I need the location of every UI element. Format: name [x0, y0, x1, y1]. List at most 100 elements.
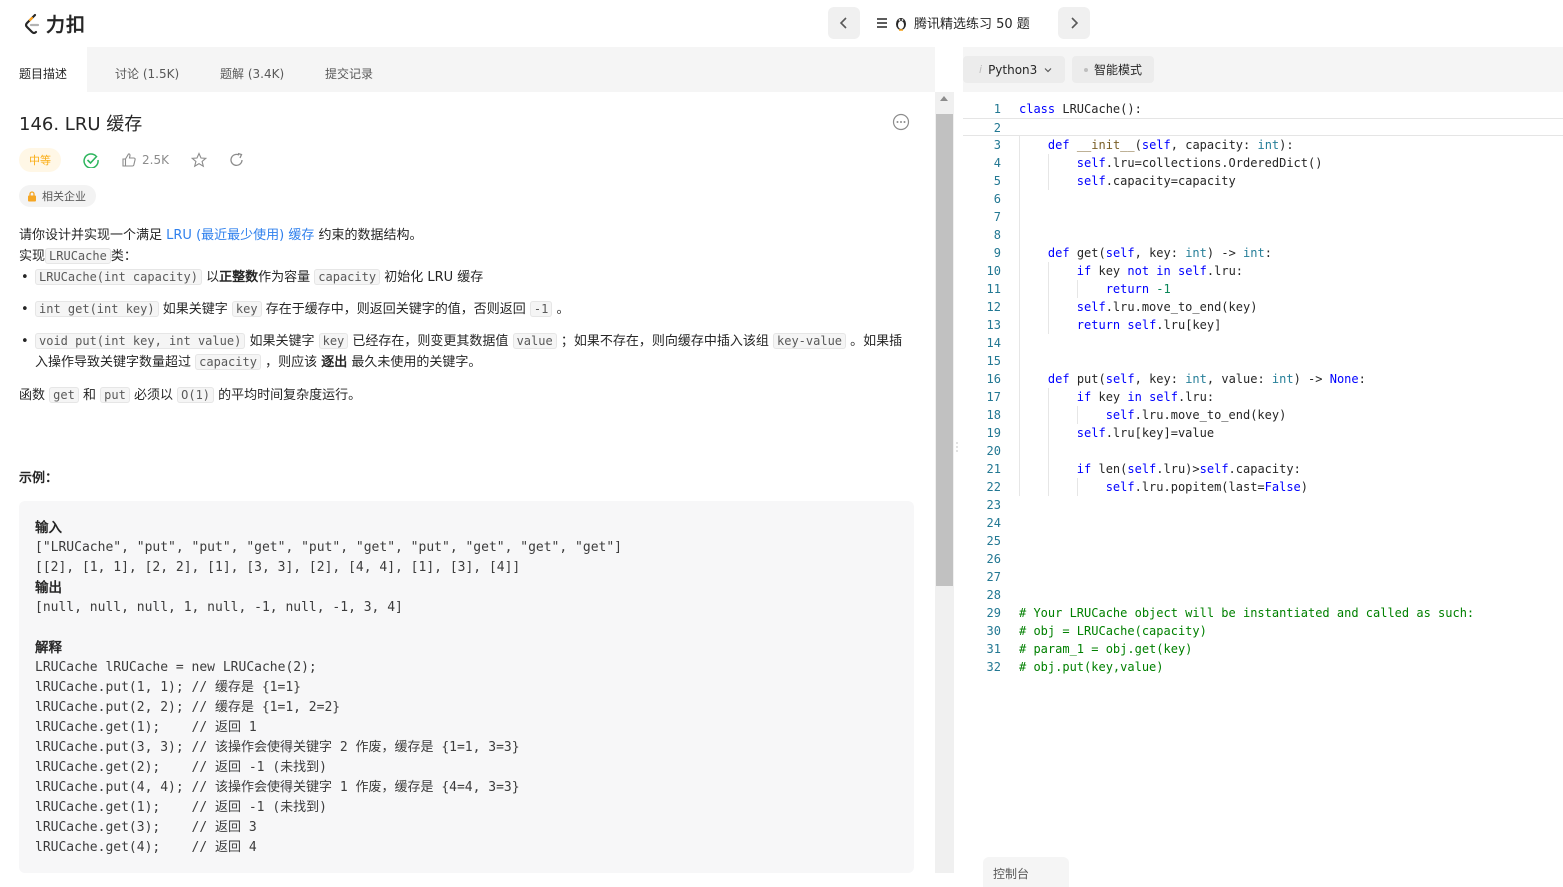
lru-link[interactable]: LRU (最近最少使用) 缓存: [166, 228, 314, 243]
code-line[interactable]: 31 # param_1 = obj.get(key): [963, 640, 1563, 658]
tab-discussion[interactable]: 讨论 (1.5K): [95, 47, 199, 92]
code-line[interactable]: 7: [963, 208, 1563, 226]
line-number: 8: [993, 228, 1001, 242]
code-text[interactable]: # obj.put(key,value): [1019, 658, 1164, 676]
code-line[interactable]: 13 return self.lru[key]: [963, 316, 1563, 334]
intro-text: 请你设计并实现一个满足: [19, 228, 163, 243]
code-line[interactable]: 2: [963, 118, 1563, 136]
code-editor[interactable]: 1 class LRUCache(): 2 3 def __init__(self, …: [963, 100, 1563, 840]
chevron-right-icon: [1071, 17, 1079, 29]
line-number: 20: [986, 444, 1001, 458]
code-line[interactable]: 21 if len(self.lru)>self.capacity:: [963, 460, 1563, 478]
code-text[interactable]: def put(self, key: int, value: int) -> N…: [1019, 370, 1366, 388]
code-line[interactable]: 8: [963, 226, 1563, 244]
code-text[interactable]: self.capacity=capacity: [1019, 172, 1236, 190]
top-navbar: 力扣 腾讯精选练习 50 题: [0, 0, 1563, 47]
code-text[interactable]: return -1: [1019, 280, 1171, 298]
code-text[interactable]: class LRUCache():: [1019, 100, 1142, 118]
prev-question-button[interactable]: [828, 7, 860, 39]
scroll-up-arrow-icon[interactable]: [940, 96, 948, 101]
code-line[interactable]: 14: [963, 334, 1563, 352]
code-line[interactable]: 6: [963, 190, 1563, 208]
code-line[interactable]: 20: [963, 442, 1563, 460]
related-companies-tag[interactable]: 相关企业: [19, 185, 96, 207]
problem-scrollbar[interactable]: [935, 92, 954, 873]
tab-solutions[interactable]: 题解 (3.4K): [200, 47, 304, 92]
mode-label: 智能模式: [1094, 63, 1143, 77]
code-line[interactable]: 9 def get(self, key: int) -> int:: [963, 244, 1563, 262]
code-line[interactable]: 12 self.lru.move_to_end(key): [963, 298, 1563, 316]
code-line[interactable]: 25: [963, 532, 1563, 550]
code-line[interactable]: 32 # obj.put(key,value): [963, 658, 1563, 676]
code-line[interactable]: 29 # Your LRUCache object will be instant…: [963, 604, 1563, 622]
editor-panel: i Python3 智能模式 1 class LRUCache(): 2 3 def …: [963, 47, 1563, 887]
tab-description[interactable]: 题目描述: [0, 47, 87, 92]
inline-code: void put(int key, int value): [35, 333, 246, 349]
intro-text-end: 约束的数据结构。: [318, 228, 423, 243]
scrollbar-thumb[interactable]: [936, 114, 953, 586]
next-question-button[interactable]: [1058, 7, 1090, 39]
tab-submissions[interactable]: 提交记录: [305, 47, 393, 92]
code-line[interactable]: 23: [963, 496, 1563, 514]
code-line[interactable]: 26: [963, 550, 1563, 568]
line-number: 17: [986, 390, 1001, 404]
code-text[interactable]: self.lru.move_to_end(key): [1019, 298, 1258, 316]
code-line[interactable]: 15: [963, 352, 1563, 370]
code-line[interactable]: 5 self.capacity=capacity: [963, 172, 1563, 190]
line-number: 32: [986, 660, 1001, 674]
chevron-left-icon: [839, 17, 847, 29]
code-text[interactable]: if key in self.lru:: [1019, 388, 1214, 406]
code-line[interactable]: 30 # obj = LRUCache(capacity): [963, 622, 1563, 640]
share-icon[interactable]: [229, 152, 245, 168]
code-text[interactable]: # param_1 = obj.get(key): [1019, 640, 1192, 658]
logo[interactable]: 力扣: [22, 10, 86, 37]
list-text: 初始化 LRU 缓存: [384, 270, 484, 285]
smart-mode-toggle[interactable]: 智能模式: [1072, 56, 1155, 83]
inline-code: value: [512, 333, 557, 349]
language-select[interactable]: i Python3: [963, 56, 1066, 83]
line-number: 13: [986, 318, 1001, 332]
code-line[interactable]: 18 self.lru.move_to_end(key): [963, 406, 1563, 424]
line-number: 22: [986, 480, 1001, 494]
study-plan-title: 腾讯精选练习 50 题: [914, 17, 1030, 32]
fn-text: 函数: [19, 388, 46, 403]
code-text[interactable]: if len(self.lru)>self.capacity:: [1019, 460, 1301, 478]
code-text[interactable]: # obj = LRUCache(capacity): [1019, 622, 1207, 640]
code-text[interactable]: # Your LRUCache object will be instantia…: [1019, 604, 1474, 622]
code-text[interactable]: self.lru=collections.OrderedDict(): [1019, 154, 1323, 172]
code-line[interactable]: 24: [963, 514, 1563, 532]
code-line[interactable]: 16 def put(self, key: int, value: int) -…: [963, 370, 1563, 388]
line-number: 19: [986, 426, 1001, 440]
line-number: 5: [993, 174, 1001, 188]
code-text[interactable]: def get(self, key: int) -> int:: [1019, 244, 1272, 262]
list-text: 已经存在，则变更其数据值: [352, 334, 509, 349]
code-line[interactable]: 4 self.lru=collections.OrderedDict(): [963, 154, 1563, 172]
code-line[interactable]: 1 class LRUCache():: [963, 100, 1563, 118]
study-plan-link[interactable]: 腾讯精选练习 50 题: [876, 13, 1030, 32]
difficulty-badge: 中等: [19, 148, 61, 172]
like-button[interactable]: 2.5K: [121, 152, 169, 168]
code-line[interactable]: 27: [963, 568, 1563, 586]
input-label: 输入: [35, 520, 62, 535]
code-text[interactable]: self.lru[key]=value: [1019, 424, 1214, 442]
mode-dot-icon: [1084, 67, 1088, 72]
code-line[interactable]: 11 return -1: [963, 280, 1563, 298]
code-line[interactable]: 10 if key not in self.lru:: [963, 262, 1563, 280]
code-text[interactable]: self.lru.popitem(last=False): [1019, 478, 1308, 496]
inline-code: LRUCache(int capacity): [35, 269, 202, 285]
code-line[interactable]: 22 self.lru.popitem(last=False): [963, 478, 1563, 496]
example-heading: 示例：: [19, 471, 59, 486]
code-text[interactable]: def __init__(self, capacity: int):: [1019, 136, 1294, 154]
line-number: 31: [986, 642, 1001, 656]
code-text[interactable]: if key not in self.lru:: [1019, 262, 1243, 280]
more-options-icon[interactable]: [892, 113, 910, 131]
code-text[interactable]: return self.lru[key]: [1019, 316, 1222, 334]
panel-resize-handle[interactable]: [955, 440, 959, 460]
console-toggle[interactable]: 控制台: [983, 857, 1069, 887]
code-text[interactable]: self.lru.move_to_end(key): [1019, 406, 1287, 424]
code-line[interactable]: 17 if key in self.lru:: [963, 388, 1563, 406]
code-line[interactable]: 3 def __init__(self, capacity: int):: [963, 136, 1563, 154]
star-icon[interactable]: [190, 152, 207, 168]
code-line[interactable]: 28: [963, 586, 1563, 604]
code-line[interactable]: 19 self.lru[key]=value: [963, 424, 1563, 442]
